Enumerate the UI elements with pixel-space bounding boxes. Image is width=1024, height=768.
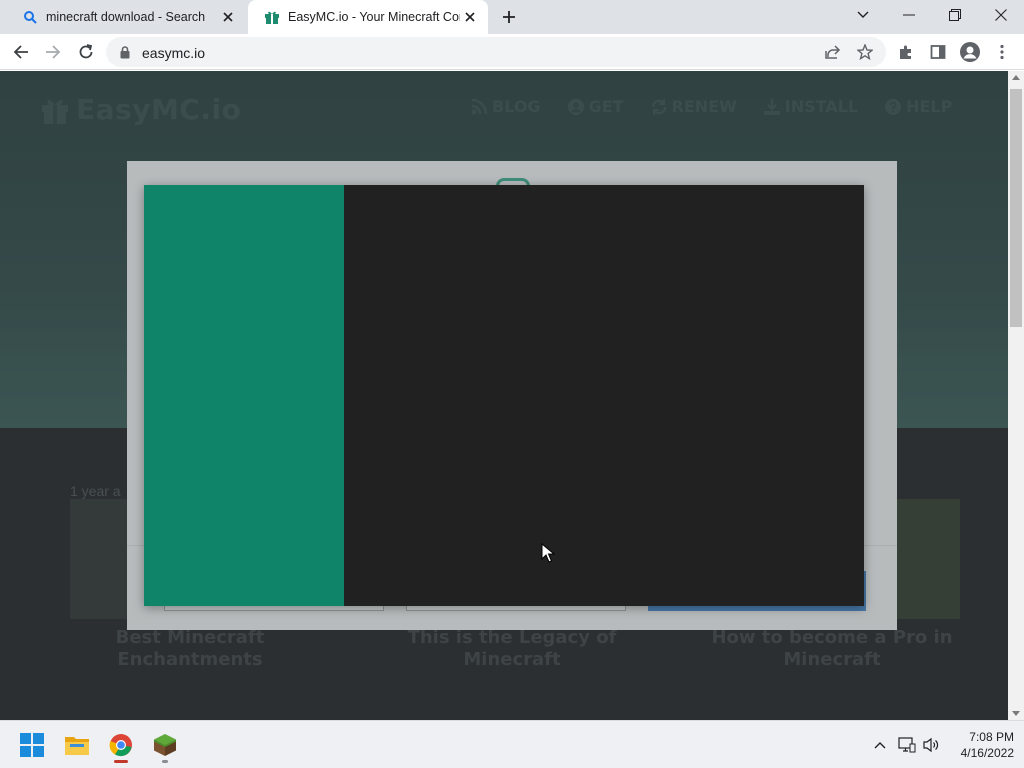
tab-strip: minecraft download - Search EasyMC.io - …	[0, 0, 1024, 34]
share-icon[interactable]	[822, 41, 844, 63]
extensions-icon[interactable]	[893, 39, 919, 65]
tab-title: EasyMC.io - Your Minecraft Com	[288, 10, 460, 24]
page-scrollbar[interactable]	[1008, 71, 1024, 720]
restore-icon	[949, 9, 961, 21]
windows-start-icon	[20, 733, 44, 757]
scrollbar-thumb[interactable]	[1010, 89, 1022, 327]
minimize-icon	[903, 14, 915, 16]
minecraft-button[interactable]	[149, 729, 181, 763]
browser-menu-button[interactable]	[989, 39, 1015, 65]
chrome-icon	[109, 734, 132, 757]
file-explorer-icon	[65, 737, 89, 755]
address-bar[interactable]: easymc.io	[106, 37, 886, 67]
system-clock[interactable]: 7:08 PM 4/16/2022	[944, 729, 1014, 761]
more-vert-icon	[1000, 44, 1004, 60]
file-explorer-button[interactable]	[61, 729, 93, 761]
browser-toolbar: easymc.io	[0, 34, 1024, 70]
tab-title: minecraft download - Search	[46, 10, 206, 24]
active-app-indicator	[114, 760, 128, 763]
windows-taskbar: 7:08 PM 4/16/2022	[0, 720, 1024, 768]
close-window-button[interactable]	[978, 0, 1024, 30]
restore-button[interactable]	[932, 0, 978, 30]
volume-icon[interactable]	[922, 735, 942, 755]
new-tab-button[interactable]	[497, 6, 521, 28]
chrome-button[interactable]	[105, 729, 137, 763]
chevron-down-icon	[857, 11, 869, 18]
minecraft-icon	[154, 734, 176, 756]
reload-icon	[79, 44, 93, 59]
tab-search-dropdown-button[interactable]	[840, 0, 886, 30]
network-icon[interactable]	[897, 735, 917, 755]
arrow-left-icon	[13, 45, 28, 59]
arrow-right-icon	[46, 45, 61, 59]
gift-icon	[264, 9, 280, 25]
back-button[interactable]	[8, 39, 34, 65]
url-text: easymc.io	[142, 45, 206, 61]
forward-button[interactable]	[40, 39, 66, 65]
page-viewport: EasyMC.io BLOG GET RENEW INSTALL HELP 1 …	[0, 71, 1008, 720]
clock-date: 4/16/2022	[960, 746, 1014, 760]
modal-dialog[interactable]	[144, 185, 864, 606]
modal-main-panel[interactable]	[344, 185, 864, 606]
bookmark-star-icon[interactable]	[854, 41, 876, 63]
close-icon	[995, 9, 1007, 21]
reload-button[interactable]	[73, 39, 99, 65]
show-hidden-icons-button[interactable]	[870, 735, 890, 755]
scroll-down-arrow-icon[interactable]	[1012, 711, 1020, 716]
plus-icon	[503, 11, 515, 23]
tab-search[interactable]: minecraft download - Search	[6, 0, 246, 34]
search-icon	[22, 9, 38, 25]
side-panel-icon[interactable]	[925, 39, 951, 65]
tab-easymc[interactable]: EasyMC.io - Your Minecraft Com	[248, 0, 488, 34]
scroll-up-arrow-icon[interactable]	[1012, 75, 1020, 80]
mouse-cursor-icon	[541, 543, 555, 563]
modal-sidebar	[144, 185, 344, 606]
close-icon[interactable]	[218, 7, 238, 27]
minimize-button[interactable]	[886, 0, 932, 30]
chevron-up-icon	[874, 742, 886, 749]
profile-avatar[interactable]	[957, 39, 983, 65]
lock-icon	[118, 44, 132, 60]
running-app-indicator	[162, 760, 168, 763]
profile-icon	[960, 42, 980, 62]
clock-time: 7:08 PM	[969, 730, 1014, 744]
start-button[interactable]	[16, 729, 48, 761]
close-icon[interactable]	[460, 7, 480, 27]
